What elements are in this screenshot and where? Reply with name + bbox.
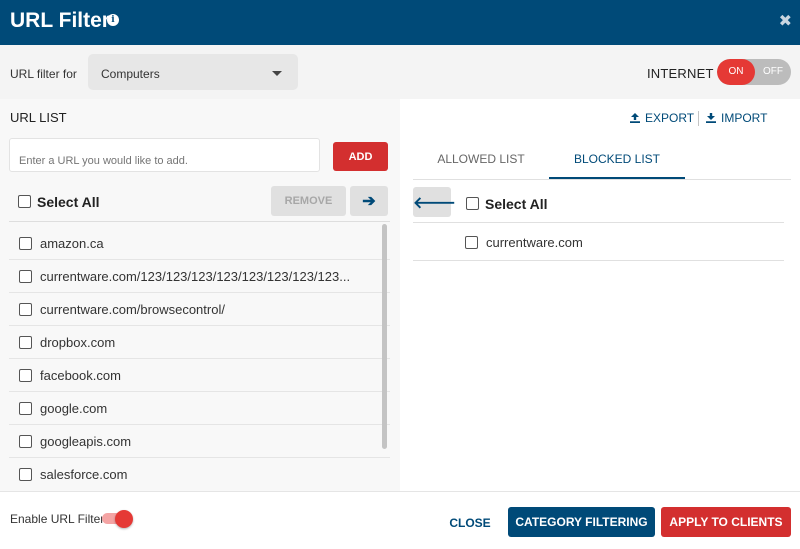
select-all-blocked[interactable]: Select All (466, 196, 548, 212)
item-checkbox[interactable] (19, 236, 32, 250)
internet-toggle[interactable]: ON OFF (717, 59, 791, 85)
chevron-down-icon (272, 71, 282, 76)
download-icon (706, 113, 716, 123)
import-link[interactable]: IMPORT (706, 111, 767, 125)
close-icon[interactable]: ✖ (779, 11, 792, 31)
item-checkbox[interactable] (19, 335, 32, 349)
item-checkbox[interactable] (19, 467, 32, 481)
list-item[interactable]: currentware.com/123/123/123/123/123/123/… (9, 260, 390, 293)
arrow-left-icon: 🡐 (413, 194, 456, 212)
dialog-header: URL Filter i ✖ (0, 0, 800, 45)
blocked-list: currentware.com (413, 223, 784, 261)
url-item-label: googleapis.com (40, 434, 132, 449)
list-item[interactable]: facebook.com (9, 359, 390, 392)
toggle-knob (115, 510, 133, 528)
url-list-scrollbar[interactable] (382, 224, 387, 449)
item-checkbox[interactable] (19, 269, 32, 283)
url-list: amazon.ca currentware.com/123/123/123/12… (9, 227, 390, 491)
url-item-label: currentware.com/123/123/123/123/123/123/… (40, 269, 351, 284)
item-checkbox[interactable] (19, 401, 32, 415)
close-button[interactable]: CLOSE (439, 508, 501, 538)
lists-panel: EXPORT IMPORT ALLOWED LIST BLOCKED LIST … (400, 99, 800, 491)
item-checkbox[interactable] (19, 302, 32, 316)
category-filtering-button[interactable]: CATEGORY FILTERING (508, 507, 655, 537)
toggle-off-label: OFF (763, 66, 783, 77)
export-link[interactable]: EXPORT (630, 111, 694, 125)
move-to-list-button[interactable]: ➔ (350, 186, 388, 216)
item-checkbox[interactable] (465, 235, 478, 249)
url-item-label: currentware.com/browsecontrol/ (40, 302, 225, 317)
target-select-value: Computers (101, 67, 160, 81)
link-separator (698, 111, 699, 126)
url-item-label: facebook.com (40, 368, 121, 383)
list-item[interactable]: salesforce.com (9, 458, 390, 491)
list-item[interactable]: dropbox.com (9, 326, 390, 359)
enable-url-filter-label: Enable URL Filter (10, 512, 105, 526)
tab-blocked-list[interactable]: BLOCKED LIST (549, 143, 685, 179)
toggle-on-label: ON (717, 59, 755, 85)
url-input[interactable] (9, 138, 320, 172)
export-label: EXPORT (645, 111, 695, 125)
internet-label: INTERNET (647, 66, 714, 81)
list-item[interactable]: currentware.com (413, 223, 784, 261)
select-all-urls[interactable]: Select All (18, 194, 100, 210)
list-item[interactable]: googleapis.com (9, 425, 390, 458)
blocked-item-label: currentware.com (486, 235, 583, 250)
import-label: IMPORT (721, 111, 768, 125)
dialog-title: URL Filter (10, 9, 110, 32)
select-all-label: Select All (485, 196, 548, 212)
list-item[interactable]: currentware.com/browsecontrol/ (9, 293, 390, 326)
url-item-label: google.com (40, 401, 108, 416)
select-all-label: Select All (37, 194, 100, 210)
info-icon[interactable]: i (107, 14, 119, 26)
tab-divider (413, 179, 791, 180)
select-all-checkbox[interactable] (18, 195, 31, 209)
url-item-label: salesforce.com (40, 467, 128, 482)
list-item[interactable]: amazon.ca (9, 227, 390, 260)
enable-url-filter-toggle[interactable] (102, 510, 133, 528)
filter-bar: URL filter for Computers INTERNET ON OFF (0, 45, 800, 99)
list-item[interactable]: google.com (9, 392, 390, 425)
url-item-label: amazon.ca (40, 236, 104, 251)
url-filter-for-label: URL filter for (10, 67, 77, 81)
select-all-checkbox[interactable] (466, 197, 479, 211)
upload-icon (630, 113, 640, 123)
url-item-label: dropbox.com (40, 335, 116, 350)
item-checkbox[interactable] (19, 368, 32, 382)
add-button[interactable]: ADD (333, 142, 388, 171)
divider (9, 221, 390, 222)
move-back-button[interactable]: 🡐 (413, 187, 456, 217)
dialog-footer: Enable URL Filter CLOSE CATEGORY FILTERI… (0, 491, 800, 549)
remove-button[interactable]: REMOVE (271, 186, 346, 216)
item-checkbox[interactable] (19, 434, 32, 448)
tab-allowed-list[interactable]: ALLOWED LIST (413, 143, 549, 179)
url-list-heading: URL LIST (10, 110, 67, 125)
url-list-panel: URL LIST ADD Select All REMOVE ➔ amazon.… (0, 99, 400, 491)
target-select[interactable]: Computers (88, 54, 298, 90)
arrow-right-icon: ➔ (362, 193, 376, 210)
apply-to-clients-button[interactable]: APPLY TO CLIENTS (661, 507, 791, 537)
